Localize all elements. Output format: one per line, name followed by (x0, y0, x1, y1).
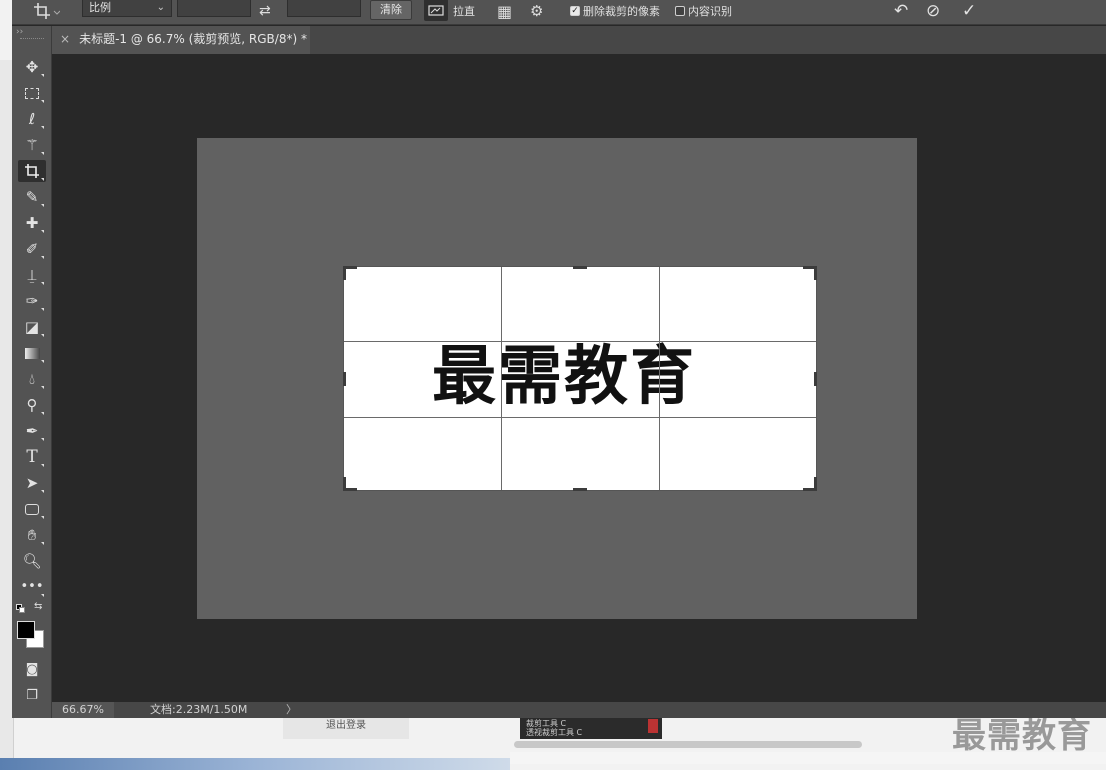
document-info: 文档:2.23M/1.50M (150, 703, 248, 716)
crop-grid-line-h2 (344, 417, 816, 418)
gradient-tool-icon[interactable] (18, 342, 46, 364)
crop-handle-left[interactable] (343, 372, 346, 386)
thumb-red-mark (648, 719, 658, 733)
crop-grid-line-h1 (344, 341, 816, 342)
crop-glyph (25, 164, 39, 178)
blur-tool-icon[interactable]: 💧︎ (18, 368, 46, 390)
ratio-select[interactable]: 比例 ⌄ (82, 0, 172, 17)
crop-handle-right[interactable] (814, 372, 817, 386)
pen-tool-icon[interactable]: ✒ (18, 420, 46, 442)
screen-mode-icon[interactable]: ❐ (18, 685, 46, 707)
document-tab-bar: × 未标题-1 @ 66.7% (裁剪预览, RGB/8*) * (52, 26, 1106, 54)
straighten-button[interactable] (424, 0, 448, 21)
crop-grid-line-v1 (501, 267, 502, 490)
status-bar: 66.67% 文档:2.23M/1.50M 〉 (52, 702, 1106, 718)
default-colors-icon[interactable] (16, 604, 26, 614)
path-selection-tool-icon[interactable]: ➤ (18, 472, 46, 494)
zoom-tool-icon[interactable]: 🔍︎ (18, 550, 46, 572)
checkbox-unchecked-icon (675, 6, 685, 16)
straighten-label: 拉直 (453, 5, 475, 18)
delete-cropped-label: 删除裁剪的像素 (583, 5, 660, 18)
checkbox-checked-icon: ✓ (570, 6, 580, 16)
zoom-level[interactable]: 66.67% (52, 702, 114, 718)
overlay-grid-icon[interactable]: ▦ (497, 0, 517, 22)
history-brush-tool-icon[interactable]: ✑ (18, 290, 46, 312)
thumb-line-1: 裁剪工具 C (526, 719, 567, 728)
clone-stamp-tool-icon[interactable]: ⍊ (18, 264, 46, 286)
swap-icon[interactable]: ⇄ (259, 0, 275, 22)
foreground-color-swatch[interactable] (17, 621, 35, 639)
move-tool-icon[interactable]: ✥ (18, 56, 46, 78)
dodge-tool-icon[interactable]: ⚲ (18, 394, 46, 416)
crop-handle-top[interactable] (573, 266, 587, 269)
crop-area[interactable]: 最需教育 (343, 266, 817, 491)
crop-icon (34, 3, 60, 19)
healing-brush-tool-icon[interactable]: ✚ (18, 212, 46, 234)
more-tools-icon[interactable]: ••• (18, 576, 46, 598)
canvas-workspace[interactable]: 最需教育 (52, 54, 1106, 702)
background-thumbnail: 裁剪工具 C 透视裁剪工具 C (520, 717, 662, 739)
crop-handle-bottom-right-v[interactable] (814, 477, 817, 491)
magic-wand-tool-icon[interactable]: ⚚ (18, 134, 46, 156)
clear-button[interactable]: 清除 (370, 0, 412, 20)
ratio-select-value: 比例 (89, 1, 111, 14)
eraser-tool-icon[interactable]: ◪ (18, 316, 46, 338)
logout-button[interactable]: 退出登录 (283, 717, 409, 739)
content-aware-label: 内容识别 (688, 5, 732, 18)
width-field[interactable] (177, 0, 251, 17)
cancel-icon[interactable]: ⊘ (926, 0, 946, 22)
height-field[interactable] (287, 0, 361, 17)
thumb-line-2: 透视裁剪工具 C (526, 728, 583, 737)
hand-tool-icon[interactable]: ✋︎ (18, 524, 46, 546)
eyedropper-tool-icon[interactable]: ✎ (18, 186, 46, 208)
options-bar: 比例 ⌄ ⇄ 清除 拉直 ▦ ⚙ ✓ 删除裁剪的像素 内容识别 ↶ ⊘ ✓ (12, 0, 1106, 25)
toolbar-grip[interactable] (20, 38, 44, 42)
crop-grid-line-v2 (659, 267, 660, 490)
photoshop-window: 比例 ⌄ ⇄ 清除 拉直 ▦ ⚙ ✓ 删除裁剪的像素 内容识别 ↶ ⊘ ✓ ››… (12, 0, 1106, 718)
marquee-tool-icon[interactable] (18, 82, 46, 104)
commit-check-icon[interactable]: ✓ (962, 0, 982, 22)
crop-handle-bottom[interactable] (573, 488, 587, 491)
background-scrollbar[interactable] (514, 741, 862, 748)
gear-icon[interactable]: ⚙ (530, 0, 550, 22)
status-menu-arrow-icon[interactable]: 〉 (286, 702, 297, 717)
rectangle-tool-icon[interactable] (18, 498, 46, 520)
crop-handle-bottom-left-v[interactable] (343, 477, 346, 491)
collapse-icon[interactable]: ›› (16, 27, 23, 37)
type-tool-icon[interactable]: T (18, 446, 46, 468)
document-tab[interactable]: × 未标题-1 @ 66.7% (裁剪预览, RGB/8*) * (52, 26, 310, 54)
content-aware-checkbox[interactable]: 内容识别 (675, 0, 732, 22)
quick-mask-icon[interactable]: ◙ (18, 659, 46, 681)
crop-tool-icon[interactable] (18, 160, 46, 182)
brush-tool-icon[interactable]: ✐ (18, 238, 46, 260)
close-icon[interactable]: × (60, 32, 70, 46)
crop-tool-preset[interactable] (30, 0, 64, 22)
straighten-icon (428, 5, 444, 16)
delete-cropped-checkbox[interactable]: ✓ 删除裁剪的像素 (570, 0, 660, 22)
crop-handle-top-left-v[interactable] (343, 266, 346, 280)
swap-colors-icon[interactable]: ⇆ (34, 601, 42, 612)
canvas-text: 最需教育 (432, 340, 696, 414)
document-tab-title: 未标题-1 @ 66.7% (裁剪预览, RGB/8*) * (79, 32, 307, 46)
chevron-down-icon: ⌄ (156, 1, 165, 13)
tools-panel: ›› ✥ ℓ ⚚ ✎ ✚ ✐ ⍊ ✑ ◪ 💧︎ ⚲ ✒ T ➤ ✋︎ 🔍︎ ••… (12, 26, 52, 718)
crop-handle-top-right-v[interactable] (814, 266, 817, 280)
desktop-wallpaper-strip (0, 758, 510, 770)
lasso-tool-icon[interactable]: ℓ (18, 108, 46, 130)
reset-icon[interactable]: ↶ (894, 0, 914, 22)
